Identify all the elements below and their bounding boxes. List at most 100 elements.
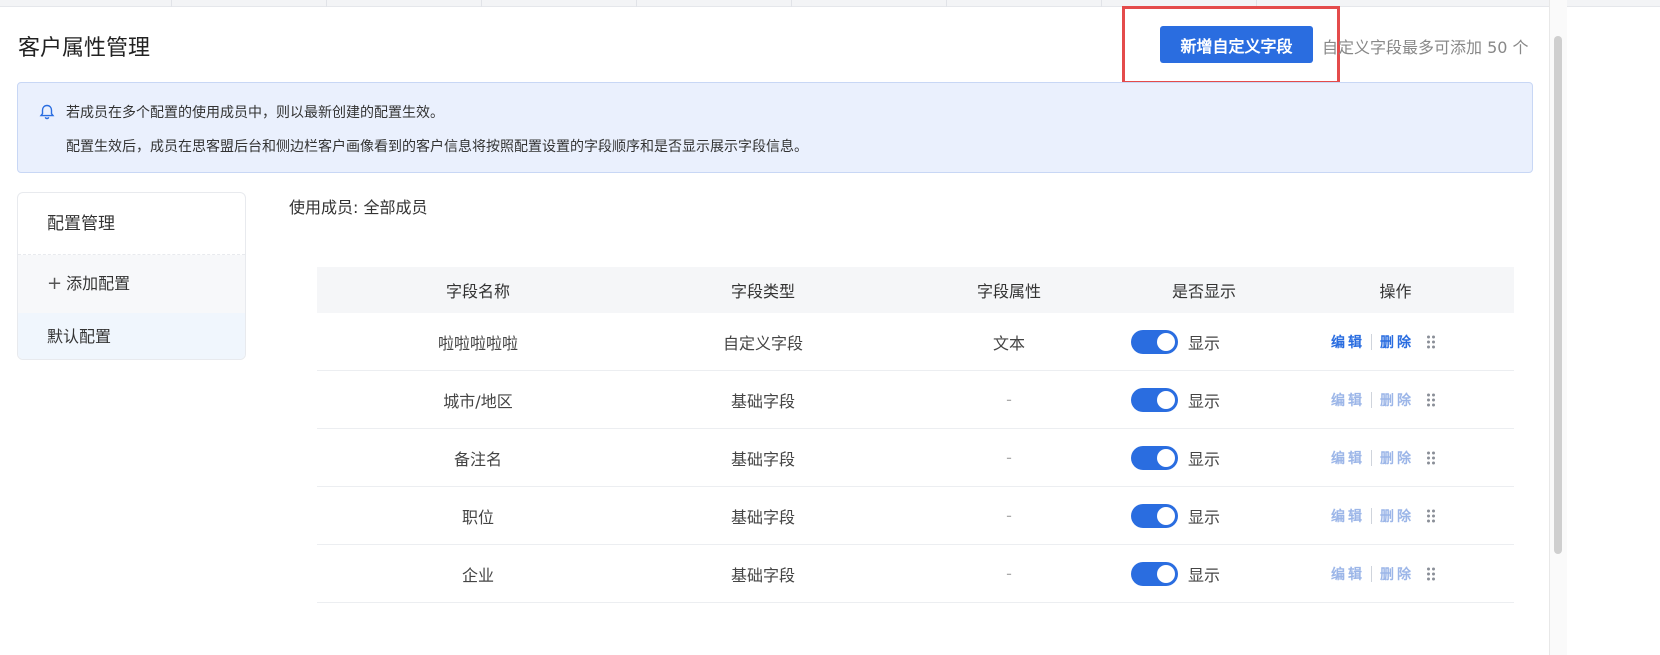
- field-type-cell: 基础字段: [730, 565, 795, 585]
- field-type-cell: 自定义字段: [722, 333, 803, 353]
- row-actions: 编辑 删除: [1277, 390, 1514, 410]
- action-divider: [1371, 391, 1372, 408]
- row-actions: 编辑 删除: [1277, 564, 1514, 584]
- action-divider: [1371, 333, 1372, 350]
- scrollbar[interactable]: [1549, 0, 1567, 655]
- delete-button[interactable]: 删除: [1380, 332, 1414, 352]
- show-toggle[interactable]: [1131, 503, 1178, 528]
- tab-strip-segment: [0, 0, 172, 7]
- show-toggle[interactable]: [1131, 387, 1178, 412]
- notice-banner: 若成员在多个配置的使用成员中，则以最新创建的配置生效。 配置生效后，成员在思客盟…: [17, 82, 1533, 173]
- show-toggle[interactable]: [1131, 329, 1178, 354]
- column-header: 操作: [1379, 282, 1412, 301]
- show-label: 显示: [1188, 391, 1221, 411]
- tab-strip-segment: [637, 0, 792, 7]
- sidebar-item-default-config[interactable]: 默认配置: [18, 313, 245, 359]
- show-label: 显示: [1188, 449, 1221, 469]
- field-name-cell: 企业: [461, 565, 494, 585]
- table-body: 啦啦啦啦啦 自定义字段 文本 显示 编辑 删除 城市/地区 基础字段 - 显示 编辑 删除 备注名 基础字…: [317, 313, 1514, 603]
- table-row: 企业 基础字段 - 显示 编辑 删除: [317, 545, 1514, 603]
- page-title: 客户属性管理: [18, 36, 151, 61]
- row-actions: 编辑 删除: [1277, 332, 1514, 352]
- table-header: 字段名称 字段类型 字段属性 是否显示 操作: [317, 267, 1514, 313]
- table-row: 职位 基础字段 - 显示 编辑 删除: [317, 487, 1514, 545]
- toggle-knob: [1157, 564, 1175, 583]
- show-cell: 显示: [1131, 445, 1277, 470]
- actions-cell: 编辑 删除: [1277, 506, 1514, 526]
- column-header: 字段名称: [445, 282, 510, 301]
- show-cell: 显示: [1131, 329, 1277, 354]
- edit-button[interactable]: 编辑: [1331, 448, 1365, 468]
- edit-button[interactable]: 编辑: [1331, 332, 1365, 352]
- drag-handle-icon[interactable]: [1426, 508, 1436, 524]
- plus-icon: +: [47, 273, 63, 294]
- field-attr-cell: -: [1006, 564, 1012, 583]
- scrollbar-thumb[interactable]: [1554, 36, 1562, 554]
- delete-button[interactable]: 删除: [1380, 390, 1414, 410]
- actions-cell: 编辑 删除: [1277, 448, 1514, 468]
- field-type-cell: 基础字段: [730, 391, 795, 411]
- field-name-cell: 职位: [461, 507, 494, 527]
- actions-cell: 编辑 删除: [1277, 564, 1514, 584]
- toggle-knob: [1157, 448, 1175, 467]
- toggle-knob: [1157, 506, 1175, 525]
- field-limit-text: 自定义字段最多可添加 50 个: [1322, 38, 1529, 57]
- actions-cell: 编辑 删除: [1277, 390, 1514, 410]
- edit-button[interactable]: 编辑: [1331, 564, 1365, 584]
- column-header: 字段类型: [730, 282, 795, 301]
- column-header: 是否显示: [1171, 282, 1236, 301]
- edit-button[interactable]: 编辑: [1331, 506, 1365, 526]
- show-cell: 显示: [1131, 503, 1277, 528]
- show-toggle[interactable]: [1131, 445, 1178, 470]
- tab-strip-segment: [792, 0, 947, 7]
- field-attr-cell: -: [1006, 448, 1012, 467]
- notice-line-2: 配置生效后，成员在思客盟后台和侧边栏客户画像看到的客户信息将按照配置设置的字段顺…: [66, 139, 808, 155]
- drag-handle-icon[interactable]: [1426, 566, 1436, 582]
- tab-strip-segment: [172, 0, 327, 7]
- row-actions: 编辑 删除: [1277, 448, 1514, 468]
- show-label: 显示: [1188, 333, 1221, 353]
- drag-handle-icon[interactable]: [1426, 334, 1436, 350]
- field-attr-cell: -: [1006, 390, 1012, 409]
- tab-strip-segment: [947, 0, 1102, 7]
- show-label: 显示: [1188, 507, 1221, 527]
- show-label: 显示: [1188, 565, 1221, 585]
- action-divider: [1371, 449, 1372, 466]
- notice-line-1: 若成员在多个配置的使用成员中，则以最新创建的配置生效。: [66, 105, 444, 121]
- table-row: 啦啦啦啦啦 自定义字段 文本 显示 编辑 删除: [317, 313, 1514, 371]
- show-toggle-group: 显示: [1131, 387, 1277, 412]
- drag-handle-icon[interactable]: [1426, 392, 1436, 408]
- show-toggle-group: 显示: [1131, 503, 1277, 528]
- field-table: 字段名称 字段类型 字段属性 是否显示 操作 啦啦啦啦啦 自定义字段 文本 显示 编辑删…: [317, 267, 1514, 603]
- delete-button[interactable]: 删除: [1380, 564, 1414, 584]
- field-name-cell: 城市/地区: [443, 391, 513, 411]
- delete-button[interactable]: 删除: [1380, 448, 1414, 468]
- edit-button[interactable]: 编辑: [1331, 390, 1365, 410]
- row-actions: 编辑 删除: [1277, 506, 1514, 526]
- bell-icon: [39, 104, 55, 120]
- table-row: 城市/地区 基础字段 - 显示 编辑 删除: [317, 371, 1514, 429]
- show-cell: 显示: [1131, 387, 1277, 412]
- show-toggle-group: 显示: [1131, 561, 1277, 586]
- add-config-button[interactable]: + 添加配置: [18, 255, 245, 313]
- action-divider: [1371, 565, 1372, 582]
- show-toggle-group: 显示: [1131, 445, 1277, 470]
- toggle-knob: [1157, 390, 1175, 409]
- field-name-cell: 备注名: [453, 449, 502, 469]
- delete-button[interactable]: 删除: [1380, 506, 1414, 526]
- field-name-cell: 啦啦啦啦啦: [437, 333, 518, 353]
- field-type-cell: 基础字段: [730, 507, 795, 527]
- field-type-cell: 基础字段: [730, 449, 795, 469]
- drag-handle-icon[interactable]: [1426, 450, 1436, 466]
- add-custom-field-button[interactable]: 新增自定义字段: [1160, 26, 1313, 63]
- show-toggle[interactable]: [1131, 561, 1178, 586]
- tab-strip-segment: [482, 0, 637, 7]
- show-toggle-group: 显示: [1131, 329, 1277, 354]
- field-attr-cell: 文本: [992, 333, 1025, 353]
- toggle-knob: [1157, 332, 1175, 351]
- show-cell: 显示: [1131, 561, 1277, 586]
- column-header: 字段属性: [976, 282, 1041, 301]
- actions-cell: 编辑 删除: [1277, 332, 1514, 352]
- members-text: 使用成员: 全部成员: [289, 198, 428, 217]
- action-divider: [1371, 507, 1372, 524]
